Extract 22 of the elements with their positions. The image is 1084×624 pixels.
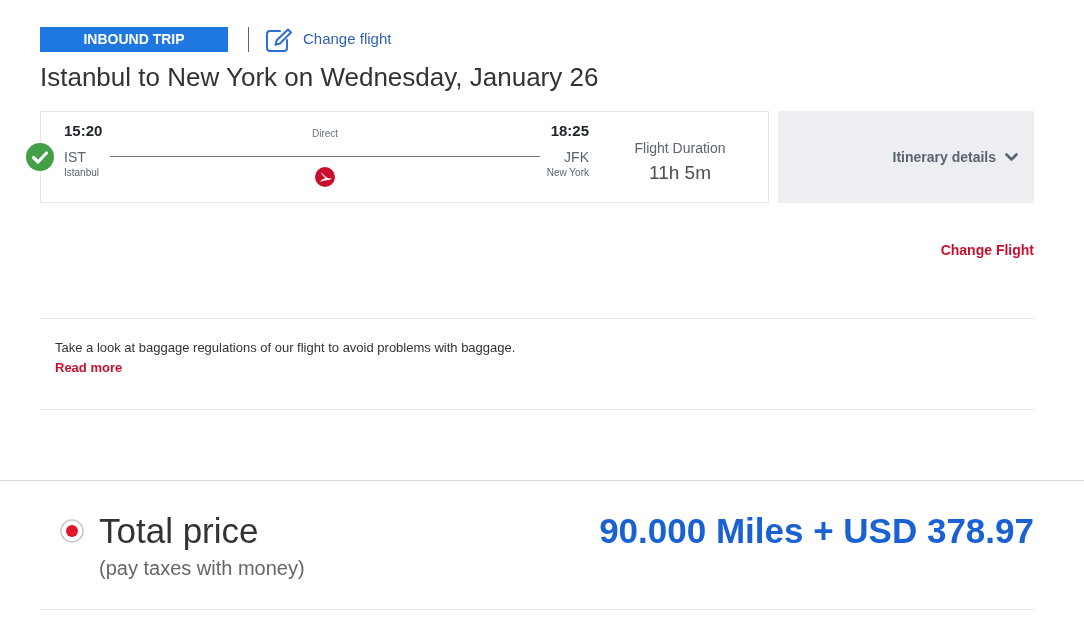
radio-icon[interactable] bbox=[60, 519, 84, 543]
read-more-link[interactable]: Read more bbox=[55, 358, 123, 378]
arrival-time: 18:25 bbox=[550, 121, 589, 141]
trip-label: INBOUND TRIP bbox=[40, 27, 228, 52]
arrival-code: JFK bbox=[564, 148, 589, 166]
price-note: (pay taxes with money) bbox=[99, 556, 305, 580]
departure-time: 15:20 bbox=[64, 121, 103, 141]
stops-label: Direct bbox=[311, 127, 339, 141]
arrival-city: New York bbox=[546, 166, 589, 180]
total-price-label: Total price bbox=[99, 511, 259, 551]
duration-label: Flight Duration bbox=[634, 139, 726, 158]
departure-code: IST bbox=[64, 148, 86, 166]
departure-city: Istanbul bbox=[64, 166, 100, 180]
edit-icon bbox=[266, 27, 293, 52]
price-amount: 90.000 Miles + USD 378.97 bbox=[599, 511, 1034, 551]
change-flight-link[interactable]: Change flight bbox=[266, 27, 392, 52]
trip-title: Istanbul to New York on Wednesday, January 26 bbox=[40, 62, 599, 92]
duration-value: 11h 5m bbox=[649, 161, 711, 185]
bird-logo-icon bbox=[315, 167, 335, 187]
change-flight-link[interactable]: Change Flight bbox=[940, 240, 1034, 260]
itinerary-details-button[interactable]: Itinerary details bbox=[778, 111, 1034, 203]
baggage-info-text: Take a look at baggage regulations of our flight to avoid problems with baggage. bbox=[55, 339, 516, 357]
